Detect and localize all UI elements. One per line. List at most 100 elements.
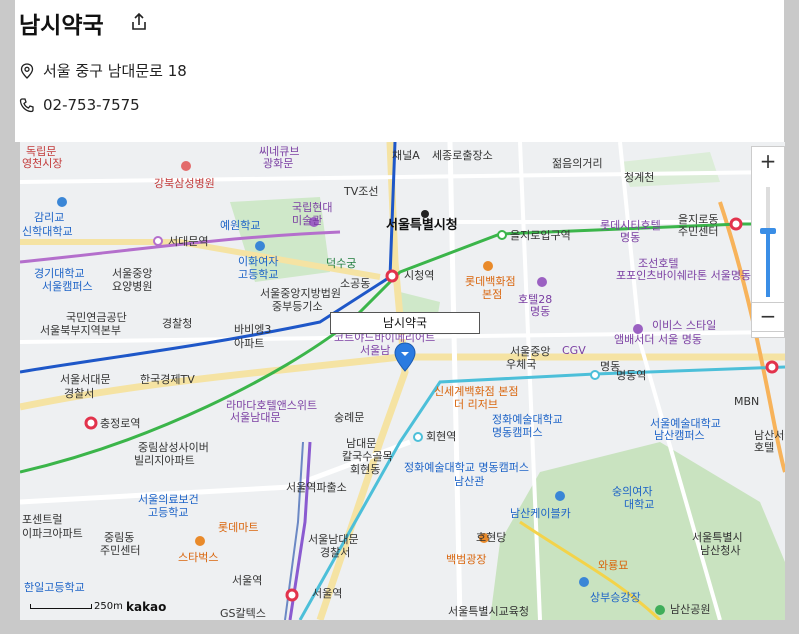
map-place-label[interactable]: 서울특별시청 (386, 219, 458, 232)
map-place-label[interactable]: 신학대학교 (22, 226, 73, 238)
map-place-label[interactable]: 명동역 (616, 370, 646, 382)
zoom-slider-handle[interactable] (760, 228, 776, 234)
map-place-label[interactable]: 요양병원 (112, 281, 152, 293)
map-place-label[interactable]: 회현동 (350, 464, 380, 476)
map-place-label[interactable]: 서울남 (360, 345, 390, 357)
map-place-label[interactable]: 고등학교 (148, 507, 188, 519)
map-place-label[interactable]: GS칼텍스 (220, 608, 266, 620)
map-place-label[interactable]: 덕수궁 (326, 258, 356, 270)
map-place-label[interactable]: 포센트럴 (22, 514, 62, 526)
map-place-label[interactable]: 명동 (620, 232, 640, 244)
map-place-label[interactable]: 호텔 (754, 442, 774, 454)
map-place-label[interactable]: 이화여자 (238, 256, 278, 268)
share-button[interactable] (129, 12, 149, 32)
map-place-label[interactable]: 서대문역 (168, 236, 208, 248)
map-place-label[interactable]: 대학교 (624, 499, 654, 511)
map-place-label[interactable]: 소공동 (340, 278, 370, 290)
map-place-label[interactable]: 회현역 (426, 431, 456, 443)
map-place-label[interactable]: 젊음의거리 (552, 158, 603, 170)
map-place-label[interactable]: 서울특별시 (692, 532, 743, 544)
map-place-label[interactable]: 남산캠퍼스 (654, 430, 705, 442)
map-place-label[interactable]: 경찰청 (162, 318, 192, 330)
map-place-label[interactable]: 국민연금공단 (66, 312, 127, 324)
phone-text[interactable]: 02-753-7575 (43, 96, 140, 114)
map-place-label[interactable]: 스타벅스 (178, 552, 218, 564)
map-place-label[interactable]: 서울북부지역본부 (40, 325, 121, 337)
map-place-label[interactable]: 중림삼성사이버 (138, 442, 209, 454)
map-place-label[interactable]: 감리교 (34, 212, 64, 224)
map-place-label[interactable]: 한일고등학교 (24, 582, 85, 594)
map-place-label[interactable]: 서울역 (232, 575, 262, 587)
map-place-label[interactable]: CGV (562, 345, 586, 357)
map-place-label[interactable]: 미술관 (292, 215, 322, 227)
map-place-label[interactable]: 본점 (482, 289, 502, 301)
map-place-label[interactable]: 더 리저브 (454, 399, 498, 411)
map-place-label[interactable]: 숭례문 (334, 412, 364, 424)
zoom-slider[interactable] (760, 187, 776, 297)
map-place-label[interactable]: 서울캠퍼스 (42, 281, 93, 293)
marker-label[interactable]: 남시약국 (330, 312, 480, 334)
map-place-label[interactable]: 서울중앙 (510, 346, 550, 358)
map-place-label[interactable]: 명동캠퍼스 (492, 427, 543, 439)
map-place-label[interactable]: 주민센터 (678, 226, 718, 238)
map-place-label[interactable]: 남산관 (454, 476, 484, 488)
map-place-label[interactable]: 바비엥3 (234, 324, 271, 336)
map-place-label[interactable]: 상부승강장 (590, 592, 641, 604)
map-place-label[interactable]: 칼국수골목 (342, 451, 393, 463)
map-place-label[interactable]: 남대문 (346, 438, 376, 450)
map-place-label[interactable]: 중부등기소 (272, 301, 323, 313)
map-place-label[interactable]: 남산케이블카 (510, 508, 571, 520)
map-place-label[interactable]: 정화예술대학교 (492, 414, 563, 426)
map-place-label[interactable]: 충정로역 (100, 418, 140, 430)
map-place-label[interactable]: 숭의여자 (612, 486, 652, 498)
map-place-label[interactable]: 서울역 (312, 588, 342, 600)
map-place-label[interactable]: 광화문 (263, 158, 293, 170)
map-place-label[interactable]: 청계천 (624, 172, 654, 184)
zoom-in-button[interactable]: + (752, 147, 784, 175)
map-place-label[interactable]: 와룡묘 (598, 560, 628, 572)
map-place-label[interactable]: 이비스 스타일 (652, 320, 716, 332)
map-place-label[interactable]: 영천시장 (22, 158, 62, 170)
map-place-label[interactable]: 경기대학교 (34, 268, 85, 280)
marker-pin[interactable] (394, 342, 416, 376)
map-place-label[interactable]: 예원학교 (220, 220, 260, 232)
map-place-label[interactable]: 신세계백화점 본점 (434, 386, 518, 398)
map-place-label[interactable]: 롯데백화점 (465, 276, 516, 288)
map-place-label[interactable]: 포포인츠바이쉐라톤 서울명동 (616, 270, 751, 282)
map-place-label[interactable]: 백범광장 (446, 554, 486, 566)
map-place-label[interactable]: 남산청사 (700, 545, 740, 557)
map-place-label[interactable]: 호현당 (476, 532, 506, 544)
map-place-label[interactable]: 남산공원 (670, 604, 710, 616)
map-place-label[interactable]: 세종로출장소 (432, 150, 493, 162)
map-place-label[interactable]: 시청역 (404, 270, 434, 282)
map-place-label[interactable]: 서울중앙지방법원 (260, 288, 341, 300)
map-place-label[interactable]: 서울남대문 (230, 412, 281, 424)
map-place-label[interactable]: 서울서대문 (60, 374, 111, 386)
map-place-label[interactable]: 우체국 (506, 359, 536, 371)
map-place-label[interactable]: 강북삼성병원 (154, 178, 215, 190)
map-place-label[interactable]: 채널A (392, 150, 420, 162)
map-place-label[interactable]: TV조선 (344, 186, 378, 198)
map-place-label[interactable]: 서울의료보건 (138, 494, 199, 506)
map-place-label[interactable]: 서울중앙 (112, 268, 152, 280)
map-place-label[interactable]: 주민센터 (100, 545, 140, 557)
map-place-label[interactable]: 한국경제TV (140, 374, 195, 386)
map-place-label[interactable]: 서울역파출소 (286, 482, 347, 494)
map-place-label[interactable]: 고등학교 (238, 269, 278, 281)
map-place-label[interactable]: 서울남대문 (308, 534, 359, 546)
map-place-label[interactable]: MBN (734, 396, 759, 408)
map-place-label[interactable]: 경찰서 (64, 388, 94, 400)
map-place-label[interactable]: 을지로입구역 (510, 230, 571, 242)
map-place-label[interactable]: 중림동 (104, 532, 134, 544)
map-place-label[interactable]: 정화예술대학교 명동캠퍼스 (404, 462, 529, 474)
map-place-label[interactable]: 국립현대 (292, 202, 332, 214)
map-place-label[interactable]: 아파트 (234, 338, 264, 350)
map-place-label[interactable]: 명동 (530, 306, 550, 318)
map-place-label[interactable]: 빌리지아파트 (134, 455, 195, 467)
map-place-label[interactable]: 이파크아파트 (22, 528, 83, 540)
map-place-label[interactable]: 경찰서 (320, 547, 350, 559)
zoom-out-button[interactable]: − (751, 302, 785, 332)
map-place-label[interactable]: 롯데마트 (218, 522, 258, 534)
map-view[interactable]: 독립문 영천시장 강북삼성병원 씨네큐브 광화문 채널A 세종로출장소 젊음의거리 청계천 감리교… (20, 142, 785, 620)
map-place-label[interactable]: 서울특별시교육청 (448, 606, 529, 618)
